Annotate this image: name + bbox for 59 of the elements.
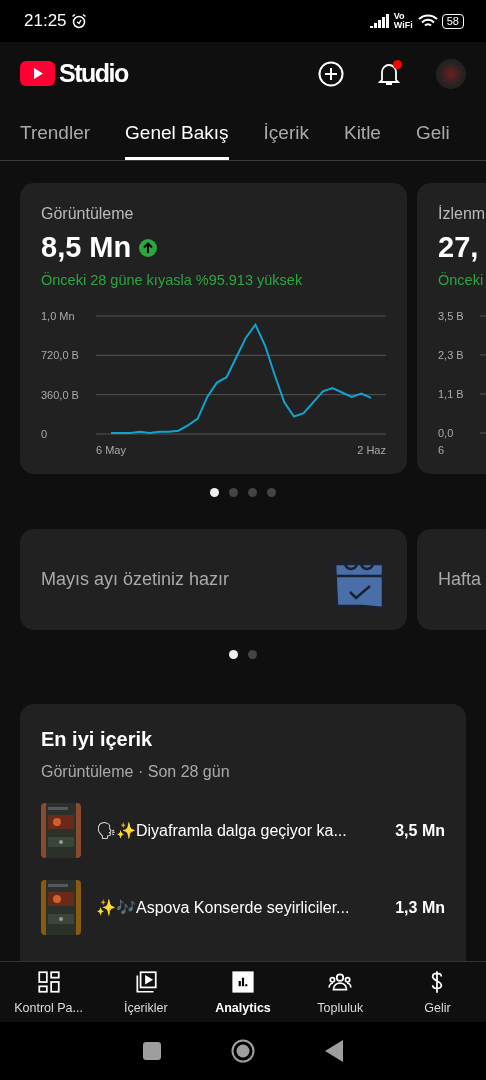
wifi-icon — [417, 13, 438, 29]
nav-item[interactable]: Analytics — [194, 962, 292, 1022]
axis-label: 2,3 B — [438, 349, 464, 361]
notifications-button[interactable] — [378, 60, 400, 87]
signal-icon — [369, 14, 390, 28]
comparison-text: Önceki — [438, 272, 485, 288]
network-label: Vo WiFi — [393, 12, 414, 30]
page-dot[interactable] — [210, 488, 219, 497]
alarm-icon — [70, 13, 87, 29]
app-logo-text: Studio — [59, 59, 128, 88]
section-title: En iyi içerik — [41, 728, 154, 751]
tab[interactable]: Kitle — [343, 105, 381, 160]
tab[interactable]: İçerik — [263, 105, 309, 160]
axis-label: 1,1 B — [438, 388, 464, 400]
create-button[interactable] — [318, 60, 344, 87]
metric-value: 8,5 Mn — [41, 231, 132, 264]
watch-time-card[interactable]: İzlenm 27, Önceki 3,5 B 2,3 B 1,1 B 0,0 6 — [417, 183, 486, 474]
axis-label: 2 Haz — [357, 444, 386, 456]
page-dot[interactable] — [248, 650, 257, 659]
views-card[interactable]: Görüntüleme 8,5 Mn Önceki 28 güne kıyasla %95.913 yüksek 1,0 Mn 720,0 B 360,0 B 0 6 May 2 Haz — [20, 183, 407, 474]
axis-label: 0 — [41, 428, 48, 440]
axis-label: 720,0 B — [41, 349, 79, 362]
video-title[interactable]: ✨🎶Aspova Konserde seyirliciler... — [96, 898, 396, 917]
page-dot[interactable] — [267, 488, 276, 497]
dashboard-icon — [35, 969, 62, 995]
metric-value: 27, — [438, 231, 479, 264]
axis-label: 1,0 Mn — [41, 310, 75, 322]
nav-item[interactable]: İçerikler — [97, 962, 195, 1022]
axis-label: 6 May — [96, 444, 126, 456]
summary-text: Mayıs ayı özetiniz hazır — [41, 569, 230, 590]
metric-title: Görüntüleme — [41, 205, 135, 223]
comparison-text: Önceki 28 güne kıyasla %95.913 yüksek — [41, 272, 304, 288]
page-dot[interactable] — [229, 650, 238, 659]
page-dot[interactable] — [248, 488, 257, 497]
back-icon[interactable] — [325, 1040, 343, 1062]
metric-title: İzlenm — [438, 205, 486, 223]
summary-text: Hafta — [438, 569, 482, 590]
axis-label: 3,5 B — [438, 310, 464, 322]
axis-label: 360,0 B — [41, 388, 79, 401]
view-count: 3,5 Mn — [395, 821, 445, 840]
section-subtitle: Görüntüleme · Son 28 gün — [41, 763, 231, 781]
summary-card[interactable]: Mayıs ayı özetiniz hazır — [20, 529, 407, 630]
video-title[interactable]: 🗣✨Diyaframla dalga geçiyor ka... — [96, 821, 396, 840]
view-count: 1,3 Mn — [395, 898, 445, 917]
axis-label: 6 — [438, 444, 445, 456]
play-logo-icon — [20, 61, 55, 86]
tab[interactable]: Genel Bakış — [125, 105, 229, 160]
page-dot[interactable] — [229, 488, 238, 497]
nav-item[interactable]: Kontrol Pa... — [0, 962, 98, 1022]
summary-card[interactable]: Hafta — [417, 529, 486, 630]
nav-item[interactable]: Gelir — [388, 962, 486, 1022]
bar-chart-icon — [230, 969, 256, 995]
nav-item[interactable]: Topluluk — [291, 962, 389, 1022]
battery-level: 58 — [441, 13, 464, 29]
tab[interactable]: Geli — [415, 105, 450, 160]
clock-time: 21:25 — [24, 11, 67, 31]
home-icon[interactable] — [231, 1039, 255, 1063]
axis-label: 0,0 — [438, 427, 454, 439]
tab[interactable]: Trendler — [20, 105, 91, 160]
